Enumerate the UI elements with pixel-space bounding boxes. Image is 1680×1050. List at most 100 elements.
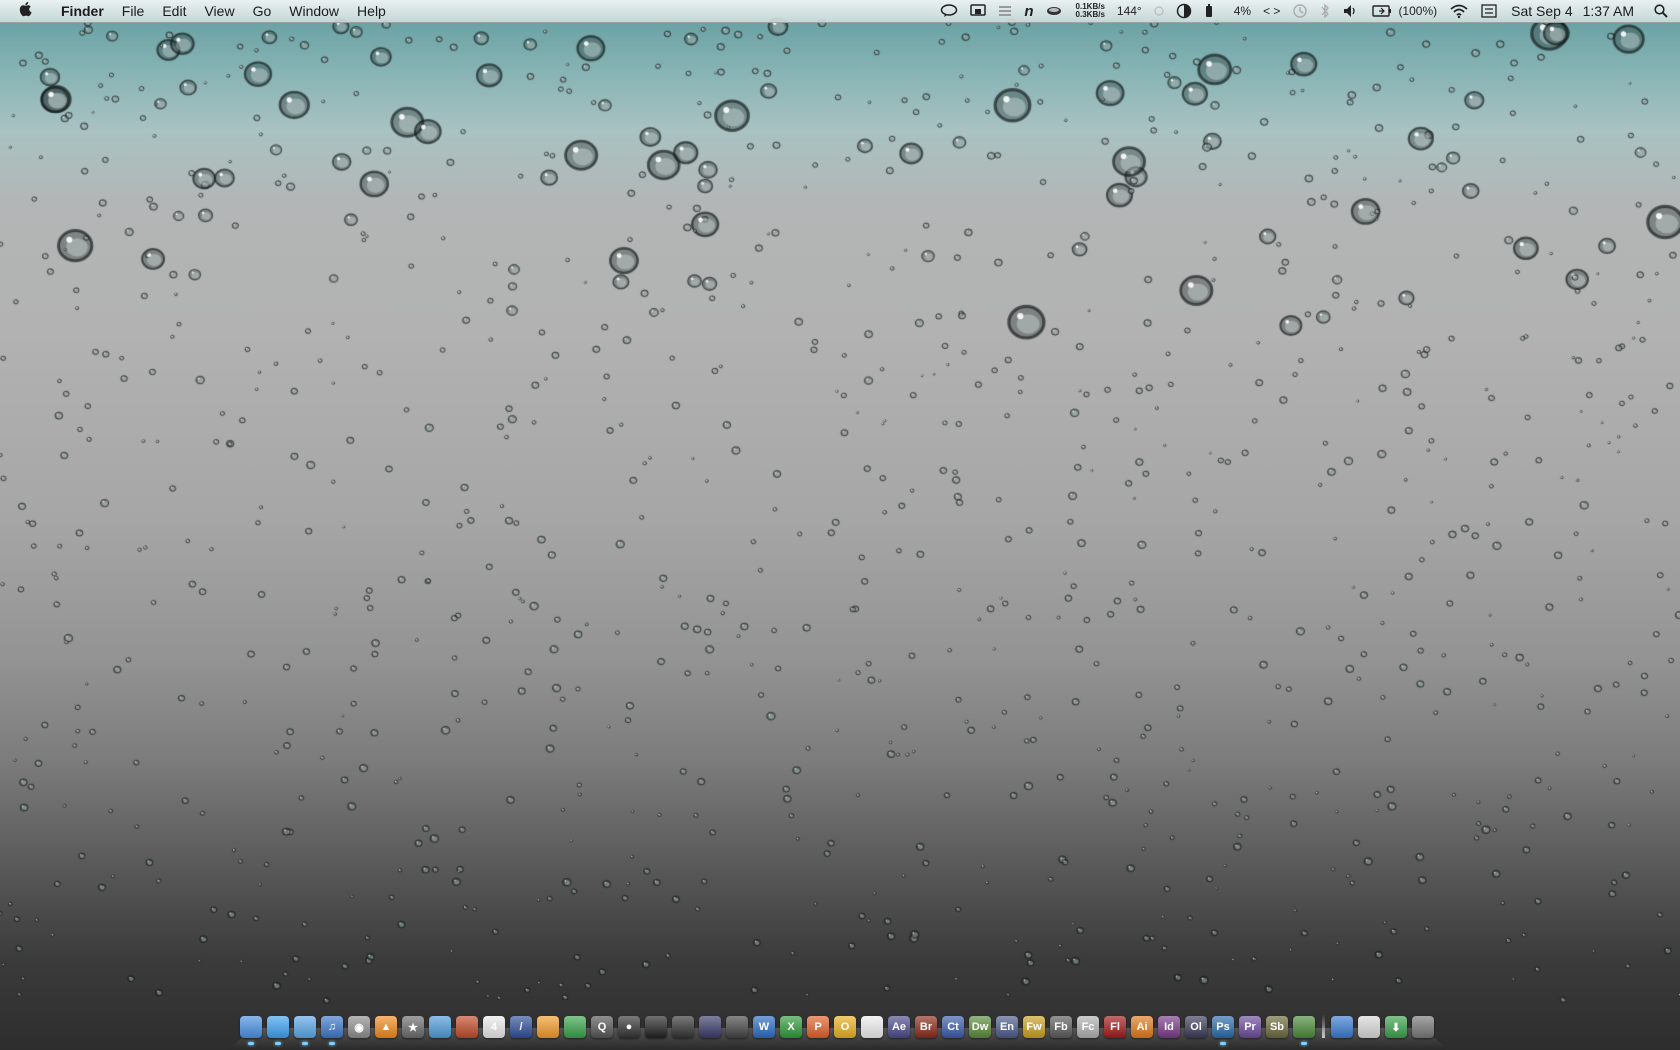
photo-app-icon[interactable] (1293, 1016, 1315, 1045)
photoshop-label: Ps (1216, 1021, 1230, 1033)
itunes-icon[interactable]: ♫ (321, 1016, 343, 1045)
input-menu-icon[interactable] (1475, 4, 1503, 18)
time-machine-icon[interactable] (1286, 3, 1314, 19)
downloads-folder-icon[interactable]: ⬇ (1385, 1016, 1407, 1038)
ical-label: 4 (490, 1021, 498, 1033)
safari-icon[interactable] (294, 1016, 316, 1045)
downloads-folder-label: ⬇ (1391, 1021, 1401, 1034)
premiere-label: Pr (1244, 1021, 1256, 1033)
running-indicator (275, 1042, 281, 1045)
list-icon[interactable] (992, 4, 1018, 18)
word-icon[interactable]: W (753, 1016, 775, 1038)
battery-icon[interactable] (1366, 5, 1398, 17)
spotlight-search-icon[interactable] (1642, 4, 1680, 18)
encore-icon[interactable]: En (996, 1016, 1018, 1038)
soundbooth-label: Sb (1269, 1021, 1285, 1033)
final-cut-icon[interactable] (672, 1016, 694, 1038)
menubar-time[interactable]: 1:37 AM (1575, 3, 1642, 19)
indesign-label: Id (1164, 1021, 1174, 1033)
network-speed-meter[interactable]: 0.1KB/s 0.3KB/s (1070, 3, 1111, 19)
contribute-label: Ct (947, 1021, 959, 1033)
status-menus: n 0.1KB/s 0.3KB/s 144° 4% < > (100%) Sat… (934, 0, 1680, 22)
app-name-menu[interactable]: Finder (52, 3, 113, 19)
powerpoint-icon[interactable]: P (807, 1016, 829, 1038)
running-indicator (248, 1042, 254, 1045)
flash-builder-label: Fb (1054, 1021, 1068, 1033)
outlook-label: O (840, 1021, 850, 1033)
contrast-icon[interactable] (1170, 3, 1198, 19)
cpu-battery-icon[interactable] (1198, 4, 1220, 18)
dreamweaver-label: Dw (971, 1021, 989, 1033)
flash-builder-icon[interactable]: Fb (1050, 1016, 1072, 1038)
toggle-circle-icon[interactable] (1148, 4, 1170, 18)
frame-icon[interactable] (699, 1016, 721, 1038)
premiere-icon[interactable]: Pr (1239, 1016, 1261, 1038)
indesign-icon[interactable]: Id (1158, 1016, 1180, 1038)
iphoto-icon[interactable] (429, 1016, 451, 1038)
network-download-speed: 0.3KB/s (1075, 10, 1105, 19)
window-menu[interactable]: Window (280, 3, 348, 19)
camera-icon[interactable]: ● (618, 1016, 640, 1038)
help-menu[interactable]: Help (348, 3, 395, 19)
trash-icon[interactable] (1412, 1016, 1434, 1038)
applications-folder-icon[interactable] (1331, 1016, 1353, 1038)
battery-percentage[interactable]: (100%) (1398, 4, 1443, 18)
flash-icon[interactable]: Fl (1104, 1016, 1126, 1038)
dvd-player-icon[interactable]: ◉ (348, 1016, 370, 1038)
file-menu[interactable]: File (113, 3, 154, 19)
coffee-cup-icon[interactable] (1040, 4, 1070, 18)
menubar-date[interactable]: Sat Sep 4 (1503, 3, 1575, 19)
menu-bar: Finder File Edit View Go Window Help n 0… (0, 0, 1680, 23)
illustrator-label: Ai (1136, 1021, 1148, 1033)
fireworks-icon[interactable]: Fw (1023, 1016, 1045, 1038)
running-indicator (1301, 1042, 1307, 1045)
bridge-icon[interactable]: Br (915, 1016, 937, 1038)
finder-icon[interactable] (240, 1016, 262, 1045)
globe-icon[interactable] (726, 1016, 748, 1038)
flash-label: Fl (1110, 1021, 1120, 1033)
chat-bubble-icon[interactable] (934, 4, 964, 18)
flash-catalyst-icon[interactable]: Fc (1077, 1016, 1099, 1038)
excel-icon[interactable]: X (780, 1016, 802, 1038)
vlc-icon[interactable]: ▲ (375, 1016, 397, 1038)
running-indicator (329, 1042, 335, 1045)
outlook-icon[interactable]: O (834, 1016, 856, 1038)
dreamweaver-icon[interactable]: Dw (969, 1016, 991, 1038)
ical-icon[interactable]: 4 (483, 1016, 505, 1038)
running-indicator (302, 1042, 308, 1045)
temperature-reading[interactable]: 144° (1111, 4, 1148, 18)
bluetooth-icon[interactable] (1314, 3, 1336, 19)
powerpoint-label: P (814, 1021, 822, 1033)
contribute-icon[interactable]: Ct (942, 1016, 964, 1038)
itunes-label: ♫ (327, 1021, 337, 1033)
after-effects-label: Ae (891, 1021, 907, 1033)
illustrator-icon[interactable]: Ai (1131, 1016, 1153, 1038)
go-menu[interactable]: Go (244, 3, 281, 19)
notational-icon[interactable]: n (1018, 3, 1039, 20)
documents-folder-icon[interactable] (1358, 1016, 1380, 1038)
volume-icon[interactable] (1336, 4, 1366, 18)
pages-icon[interactable] (537, 1016, 559, 1038)
clapper-icon[interactable] (645, 1016, 667, 1038)
soundbooth-icon[interactable]: Sb (1266, 1016, 1288, 1038)
photoshop-icon[interactable]: Ps (1212, 1016, 1234, 1045)
numbers-icon[interactable] (564, 1016, 586, 1038)
edit-menu[interactable]: Edit (153, 3, 195, 19)
photo-booth-icon[interactable] (456, 1016, 478, 1038)
onlocation-icon[interactable]: Ol (1185, 1016, 1207, 1038)
after-effects-icon[interactable]: Ae (888, 1016, 910, 1038)
dock: ♫ ◉ ▲ ★ 4 / Q ● W X P O Ae Br Ct Dw En Fw Fb Fc Fl Ai Id Ol Ps Pr… (228, 1010, 1448, 1050)
dvd-player-label: ◉ (354, 1021, 364, 1034)
display-mirroring-icon[interactable] (964, 4, 992, 18)
messages-icon[interactable] (267, 1016, 289, 1045)
imovie-icon[interactable]: ★ (402, 1016, 424, 1038)
view-menu[interactable]: View (195, 3, 243, 19)
pen-icon[interactable]: / (510, 1016, 532, 1038)
wifi-icon[interactable] (1443, 3, 1475, 19)
apple-menu-icon[interactable] (0, 1, 52, 21)
code-brackets-icon[interactable]: < > (1257, 4, 1286, 18)
acrobat-icon[interactable] (861, 1016, 883, 1038)
cpu-usage[interactable]: 4% (1220, 4, 1257, 18)
quicktime-icon[interactable]: Q (591, 1016, 613, 1038)
imovie-label: ★ (408, 1021, 418, 1034)
